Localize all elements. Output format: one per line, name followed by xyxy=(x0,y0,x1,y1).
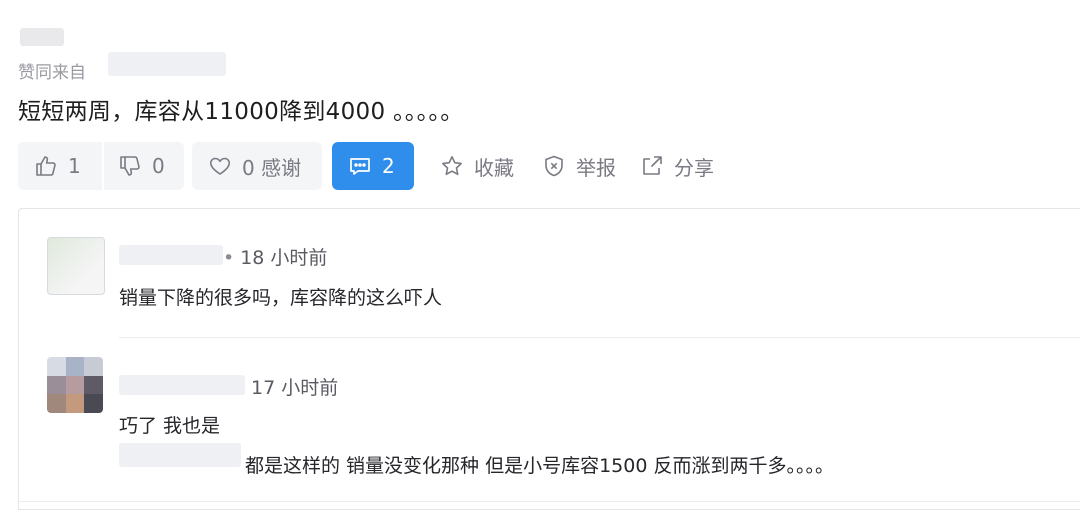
avatar[interactable] xyxy=(47,357,103,413)
heart-icon xyxy=(208,154,232,178)
comment-divider xyxy=(19,501,1080,502)
shield-report-icon xyxy=(542,154,566,178)
commenter-name-blurred[interactable] xyxy=(119,245,223,265)
share-button[interactable]: 分享 xyxy=(640,142,714,190)
share-label: 分享 xyxy=(674,155,714,180)
author-name-blurred[interactable] xyxy=(20,28,64,46)
star-icon xyxy=(440,154,464,178)
dislike-count: 0 xyxy=(152,154,165,178)
comments-button[interactable]: 2 xyxy=(332,142,414,190)
thanks-label: 0 感谢 xyxy=(242,155,302,180)
share-icon xyxy=(640,154,664,178)
comment-time: 17 小时前 xyxy=(251,377,339,399)
comments-panel: • 18 小时前 销量下降的很多吗，库容降的这么吓人 17 小时前 巧了 我也是 … xyxy=(18,208,1080,510)
source-name-blurred[interactable] xyxy=(108,52,226,76)
comment-text: 巧了 我也是 xyxy=(119,415,221,437)
report-label: 举报 xyxy=(576,155,616,180)
source-line: 赞同来自 xyxy=(18,58,86,83)
reply-text: 都是这样的 销量没变化那种 但是小号库容1500 反而涨到两千多。。。。 xyxy=(245,455,834,477)
comment-meta: 17 小时前 xyxy=(251,373,338,400)
action-bar: 1 0 0 感谢 2 收藏 举报 分享 xyxy=(18,142,1068,190)
thanks-button[interactable]: 0 感谢 xyxy=(192,142,322,190)
comment-bubble-icon xyxy=(348,154,372,178)
like-count: 1 xyxy=(68,154,81,178)
dislike-button[interactable]: 0 xyxy=(104,142,184,190)
source-label: 赞同来自 xyxy=(18,63,86,83)
thumbs-up-icon xyxy=(34,154,58,178)
comment-divider xyxy=(119,337,1080,338)
favorite-button[interactable]: 收藏 xyxy=(440,142,514,190)
answer-content: 短短两周，库容从11000降到4000 。。。。。 xyxy=(18,99,464,125)
favorite-label: 收藏 xyxy=(474,155,514,180)
report-button[interactable]: 举报 xyxy=(542,142,616,190)
thumbs-down-icon xyxy=(118,154,142,178)
mention-blurred[interactable] xyxy=(119,443,241,467)
like-button[interactable]: 1 xyxy=(18,142,102,190)
commenter-name-blurred[interactable] xyxy=(119,375,245,395)
avatar[interactable] xyxy=(47,237,105,295)
meta-dot-icon: • xyxy=(223,247,235,269)
answer-page: 赞同来自 短短两周，库容从11000降到4000 。。。。。 1 0 0 感谢 … xyxy=(0,0,1080,510)
comment-meta: • 18 小时前 xyxy=(223,243,327,270)
comment-time: 18 小时前 xyxy=(240,247,328,269)
comment-count: 2 xyxy=(382,154,395,178)
comment-text: 销量下降的很多吗，库容降的这么吓人 xyxy=(119,287,443,309)
